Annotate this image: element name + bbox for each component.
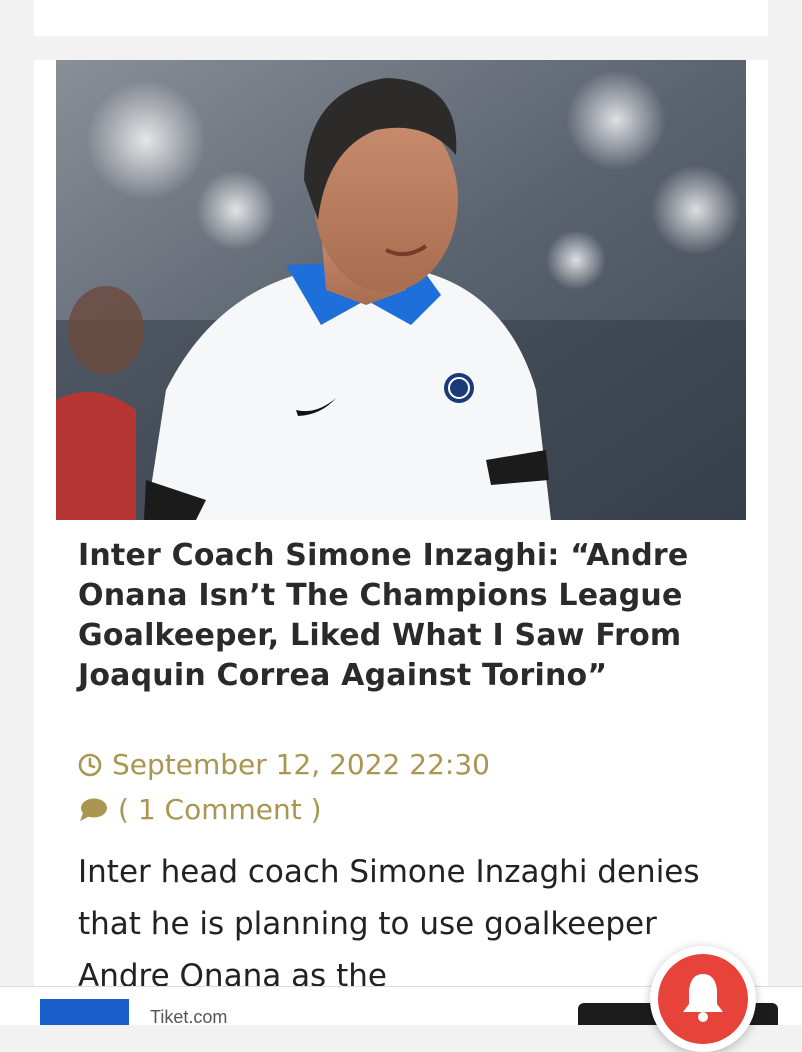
article-title[interactable]: Inter Coach Simone Inzaghi: “Andre Onana… (78, 536, 738, 696)
speech-bubble-icon (78, 797, 108, 823)
article-date: September 12, 2022 22:30 (78, 748, 490, 782)
notification-bell-button[interactable] (650, 946, 756, 1052)
ad-brand[interactable]: Tiket.com (150, 1007, 227, 1028)
article-date-text: September 12, 2022 22:30 (112, 748, 490, 781)
article-comments[interactable]: ( 1 Comment ) (78, 793, 322, 827)
article-excerpt: Inter head coach Simone Inzaghi denies t… (78, 854, 700, 994)
previous-article-card[interactable] (34, 0, 768, 36)
bell-icon (683, 974, 723, 1022)
notification-bell-circle[interactable] (658, 954, 748, 1044)
ad-logo[interactable] (40, 999, 129, 1025)
article-image[interactable] (56, 60, 746, 520)
comments-link[interactable]: ( 1 Comment ) (118, 793, 322, 827)
clock-icon (78, 753, 102, 777)
